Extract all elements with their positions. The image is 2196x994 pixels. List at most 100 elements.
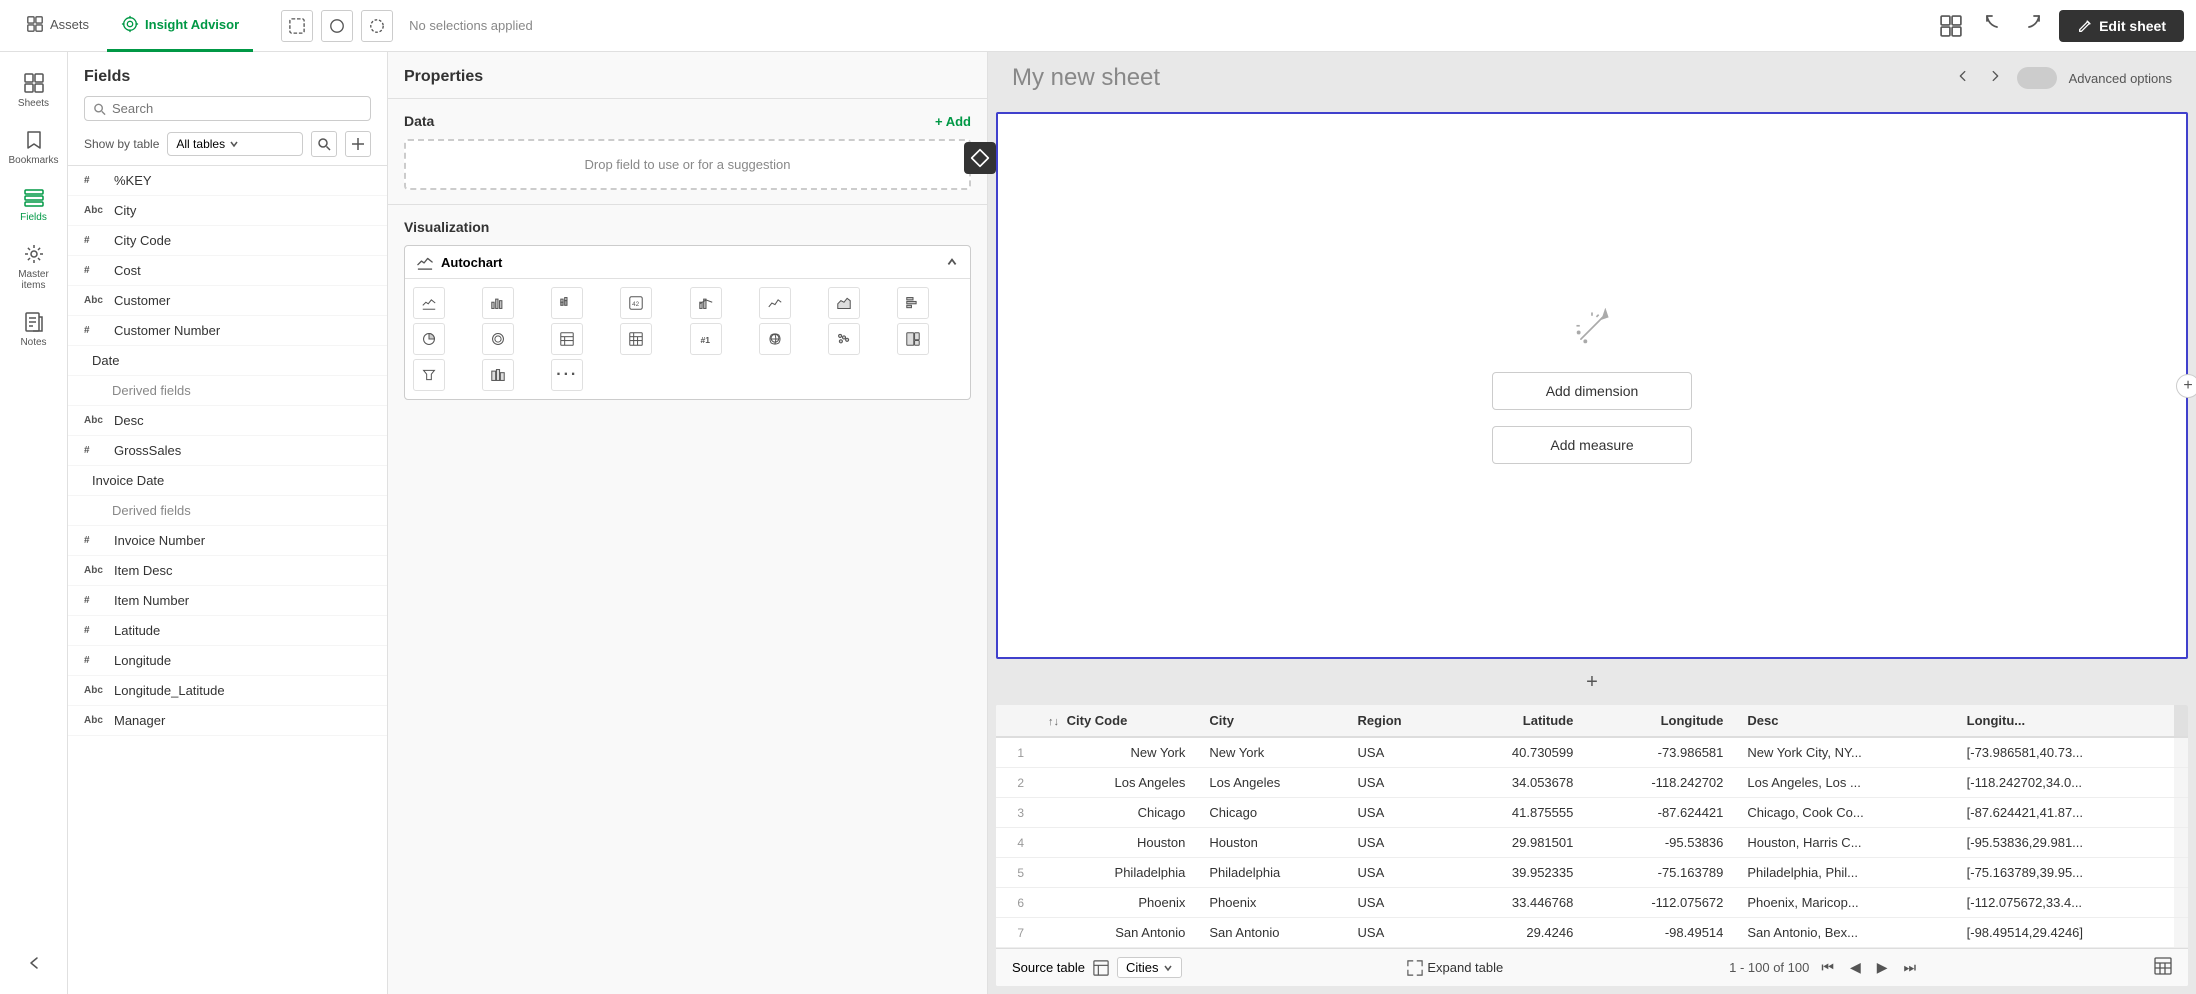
resize-handle[interactable] [981, 52, 987, 994]
table-col-city-code[interactable]: ↑↓ City Code [1036, 705, 1197, 737]
nav-next-button[interactable] [1985, 65, 2005, 92]
table-cell: Houston, Harris C... [1735, 828, 1954, 858]
search-bar[interactable] [84, 96, 371, 121]
page-prev-button[interactable]: ◀ [1846, 957, 1865, 978]
viz-icon-pivot[interactable] [620, 323, 652, 355]
table-options-icon[interactable] [2154, 957, 2172, 978]
field-item[interactable]: AbcManager [68, 706, 387, 736]
viz-icon-line[interactable] [759, 287, 791, 319]
search-input[interactable] [112, 101, 362, 116]
redo-button[interactable] [2019, 9, 2047, 42]
expand-table-button[interactable]: Expand table [1407, 960, 1503, 976]
viz-icon-autochart[interactable] [413, 287, 445, 319]
field-item[interactable]: AbcCity [68, 196, 387, 226]
viz-icon-number[interactable]: #1 [690, 323, 722, 355]
tab-insight-advisor[interactable]: Insight Advisor [107, 0, 253, 52]
viz-icon-combo[interactable] [690, 287, 722, 319]
table-row[interactable]: 5PhiladelphiaPhiladelphiaUSA39.952335-75… [996, 858, 2188, 888]
field-item[interactable]: Date [68, 346, 387, 376]
table-dropdown[interactable]: All tables [167, 132, 303, 156]
viz-icon-scatter[interactable] [828, 323, 860, 355]
drop-zone[interactable]: Drop field to use or for a suggestion [404, 139, 971, 190]
table-col-latitude[interactable]: Latitude [1452, 705, 1585, 737]
field-item[interactable]: Derived fields [68, 376, 387, 406]
table-col-city[interactable]: City [1197, 705, 1345, 737]
viz-icon-mekko[interactable] [482, 359, 514, 391]
sidebar-item-bookmarks[interactable]: Bookmarks [4, 121, 64, 174]
tab-assets[interactable]: Assets [12, 0, 103, 52]
page-next-button[interactable]: ▶ [1873, 957, 1892, 978]
table-row[interactable]: 4HoustonHoustonUSA29.981501-95.53836Hous… [996, 828, 2188, 858]
selection-tool-2[interactable] [321, 10, 353, 42]
sidebar-item-sheets[interactable]: Sheets [4, 64, 64, 117]
table-row[interactable]: 1New YorkNew YorkUSA40.730599-73.986581N… [996, 737, 2188, 768]
field-item[interactable]: #Item Number [68, 586, 387, 616]
sidebar-item-master-items[interactable]: Master items [4, 235, 64, 299]
field-item[interactable]: #GrossSales [68, 436, 387, 466]
field-item[interactable]: AbcLongitude_Latitude [68, 676, 387, 706]
add-measure-button[interactable]: Add measure [1492, 426, 1692, 464]
add-field-button[interactable] [345, 131, 371, 157]
field-item[interactable]: #Customer Number [68, 316, 387, 346]
field-item[interactable]: #Latitude [68, 616, 387, 646]
field-item[interactable]: #Cost [68, 256, 387, 286]
table-row[interactable]: 2Los AngelesLos AngelesUSA34.053678-118.… [996, 768, 2188, 798]
add-row[interactable]: + [996, 667, 2188, 697]
viz-icon-pie[interactable] [413, 323, 445, 355]
viz-icon-map[interactable] [759, 323, 791, 355]
sidebar-item-notes[interactable]: Notes [4, 303, 64, 356]
table-row[interactable]: 3ChicagoChicagoUSA41.875555-87.624421Chi… [996, 798, 2188, 828]
field-item[interactable]: #Longitude [68, 646, 387, 676]
page-first-button[interactable]: ⏮ [1817, 957, 1838, 978]
source-table-value: Cities [1126, 960, 1159, 975]
viz-icon-more[interactable]: ··· [551, 359, 583, 391]
sidebar-back-button[interactable] [4, 944, 64, 982]
viz-icon-bar-h[interactable] [897, 287, 929, 319]
field-name: City [114, 203, 136, 218]
cities-dropdown[interactable]: Cities [1117, 957, 1182, 978]
add-right-button[interactable]: + [2176, 374, 2196, 398]
selection-tool-3[interactable] [361, 10, 393, 42]
page-last-button[interactable]: ⏭ [1900, 957, 1921, 978]
sidebar-item-fields[interactable]: Fields [4, 178, 64, 231]
drag-cursor-icon [964, 142, 996, 174]
add-visualization-button[interactable]: + [1586, 671, 1598, 694]
autochart-icon [417, 254, 433, 270]
edit-sheet-label: Edit sheet [2099, 18, 2166, 34]
viz-icon-bar[interactable] [482, 287, 514, 319]
add-data-button[interactable]: + Add [935, 114, 971, 129]
viz-icon-kpi[interactable]: 42 [620, 287, 652, 319]
table-col-region[interactable]: Region [1346, 705, 1452, 737]
sheet-area: Add dimension Add measure + + [988, 104, 2196, 994]
table-col-desc[interactable]: Desc [1735, 705, 1954, 737]
viz-icon-area[interactable] [828, 287, 860, 319]
field-item[interactable]: #Invoice Number [68, 526, 387, 556]
field-item[interactable]: AbcItem Desc [68, 556, 387, 586]
search-fields-button[interactable] [311, 131, 337, 157]
viz-icon-donut[interactable] [482, 323, 514, 355]
field-item[interactable]: #City Code [68, 226, 387, 256]
viz-icon-stacked-bar[interactable] [551, 287, 583, 319]
viz-icon-treemap[interactable] [897, 323, 929, 355]
table-row[interactable]: 7San AntonioSan AntonioUSA29.4246-98.495… [996, 918, 2188, 948]
field-item[interactable]: #%KEY [68, 166, 387, 196]
table-col-longitude[interactable]: Longitude [1585, 705, 1735, 737]
undo-button[interactable] [1979, 9, 2007, 42]
field-item[interactable]: Invoice Date [68, 466, 387, 496]
field-item[interactable]: AbcDesc [68, 406, 387, 436]
grid-view-button[interactable] [1935, 10, 1967, 42]
edit-sheet-button[interactable]: Edit sheet [2059, 10, 2184, 42]
table-cell: [-75.163789,39.95... [1955, 858, 2174, 888]
table-row[interactable]: 6PhoenixPhoenixUSA33.446768-112.075672Ph… [996, 888, 2188, 918]
viz-header[interactable]: Autochart [405, 246, 970, 279]
field-item[interactable]: Derived fields [68, 496, 387, 526]
advanced-options-toggle[interactable] [2017, 67, 2057, 89]
add-dimension-button[interactable]: Add dimension [1492, 372, 1692, 410]
field-item[interactable]: AbcCustomer [68, 286, 387, 316]
sheet-header-right: Advanced options [1953, 65, 2172, 92]
viz-icon-funnel[interactable] [413, 359, 445, 391]
viz-icon-table[interactable] [551, 323, 583, 355]
table-col-longitu[interactable]: Longitu... [1955, 705, 2174, 737]
selection-tool-1[interactable] [281, 10, 313, 42]
nav-prev-button[interactable] [1953, 65, 1973, 92]
